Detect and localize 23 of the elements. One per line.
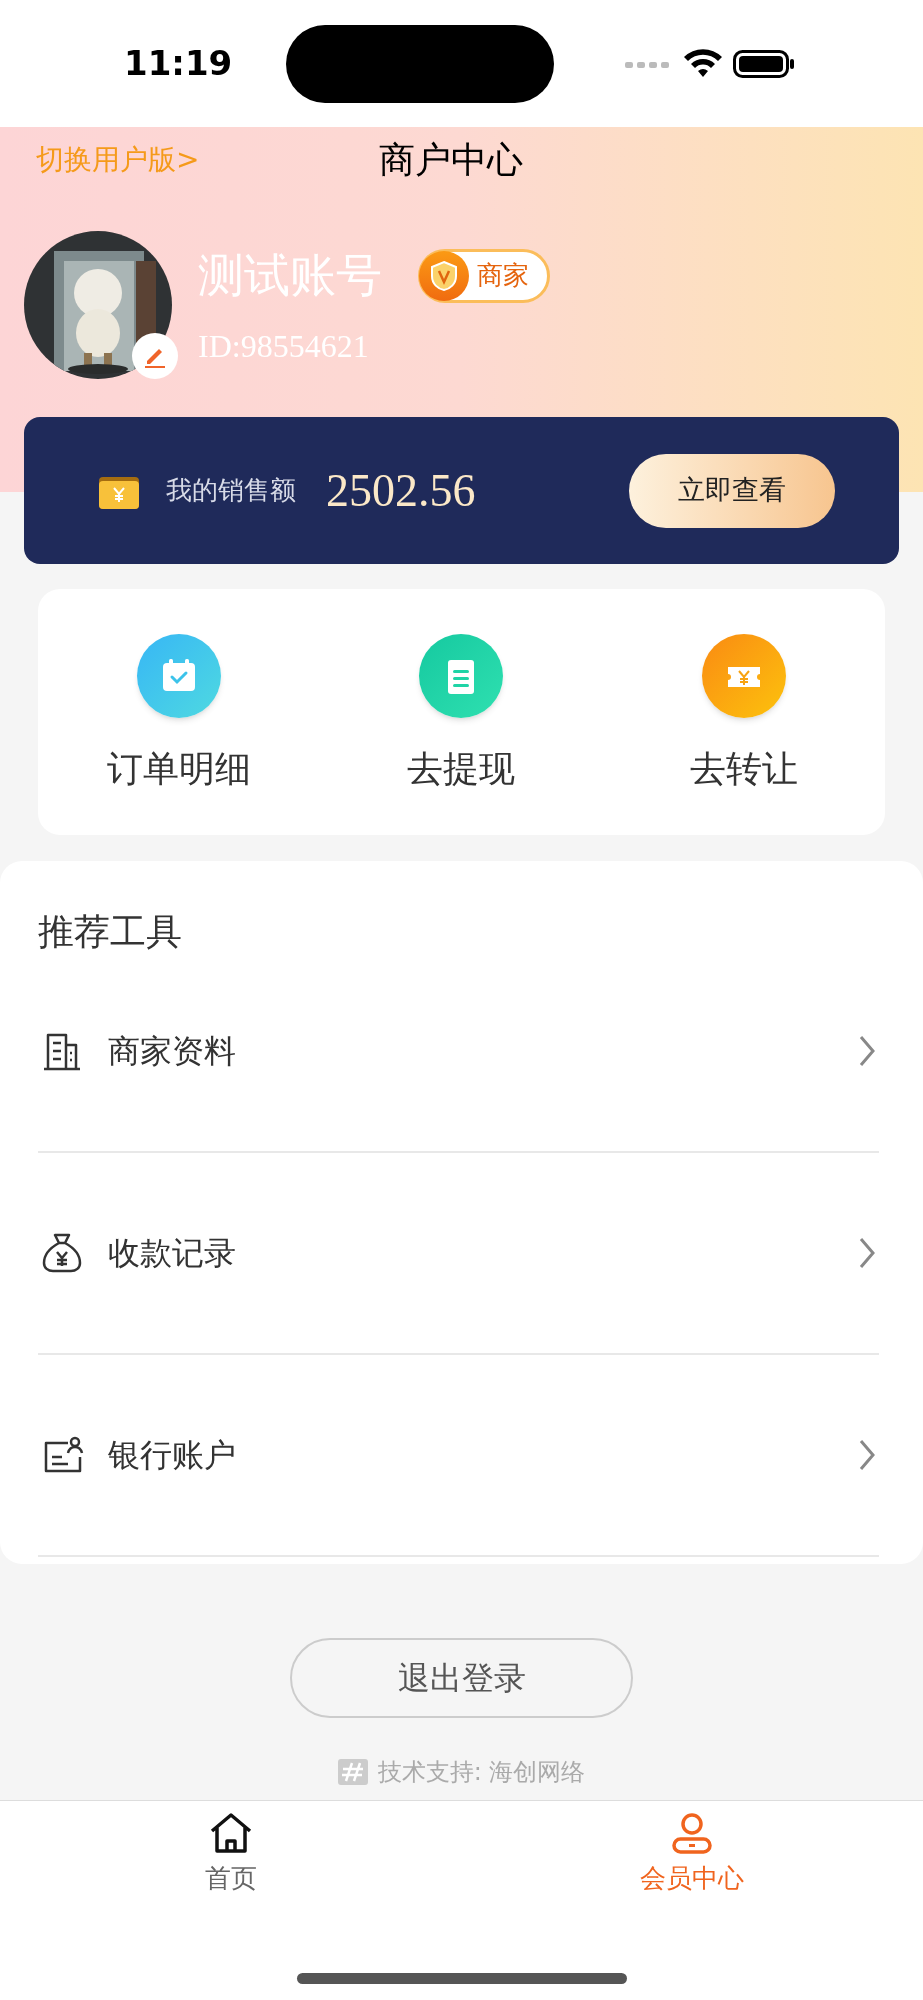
chevron-right-icon: [857, 1235, 877, 1271]
logout-button[interactable]: 退出登录: [290, 1638, 633, 1718]
tab-item[interactable]: 首页: [0, 1811, 462, 1898]
battery-icon: [733, 49, 795, 78]
tech-support-credit: 技术支持: 海创网络: [377, 1757, 586, 1788]
wifi-icon: [683, 48, 723, 79]
status-time: 11:19: [124, 42, 234, 85]
sales-amount: 2502.56: [326, 464, 476, 518]
chevron-right-icon: [857, 1437, 877, 1473]
tool-row[interactable]: 银行账户: [38, 1355, 879, 1557]
tools-title: 推荐工具: [38, 910, 183, 951]
merchant-badge: 商家: [418, 248, 550, 303]
edit-icon[interactable]: [132, 333, 178, 379]
quick-action[interactable]: 去提现: [320, 628, 603, 796]
view-now-button[interactable]: 立即查看: [629, 453, 835, 528]
sales-label: 我的销售额: [166, 474, 296, 507]
quick-action[interactable]: 去转让: [602, 628, 885, 796]
tool-row[interactable]: 收款记录: [38, 1153, 879, 1355]
page-title: 商户中心: [379, 138, 523, 182]
quick-action[interactable]: 订单明细: [38, 628, 321, 796]
tool-row[interactable]: 商家资料: [38, 951, 879, 1153]
logo-icon: [337, 1759, 368, 1785]
chevron-right-icon: [857, 1033, 877, 1069]
